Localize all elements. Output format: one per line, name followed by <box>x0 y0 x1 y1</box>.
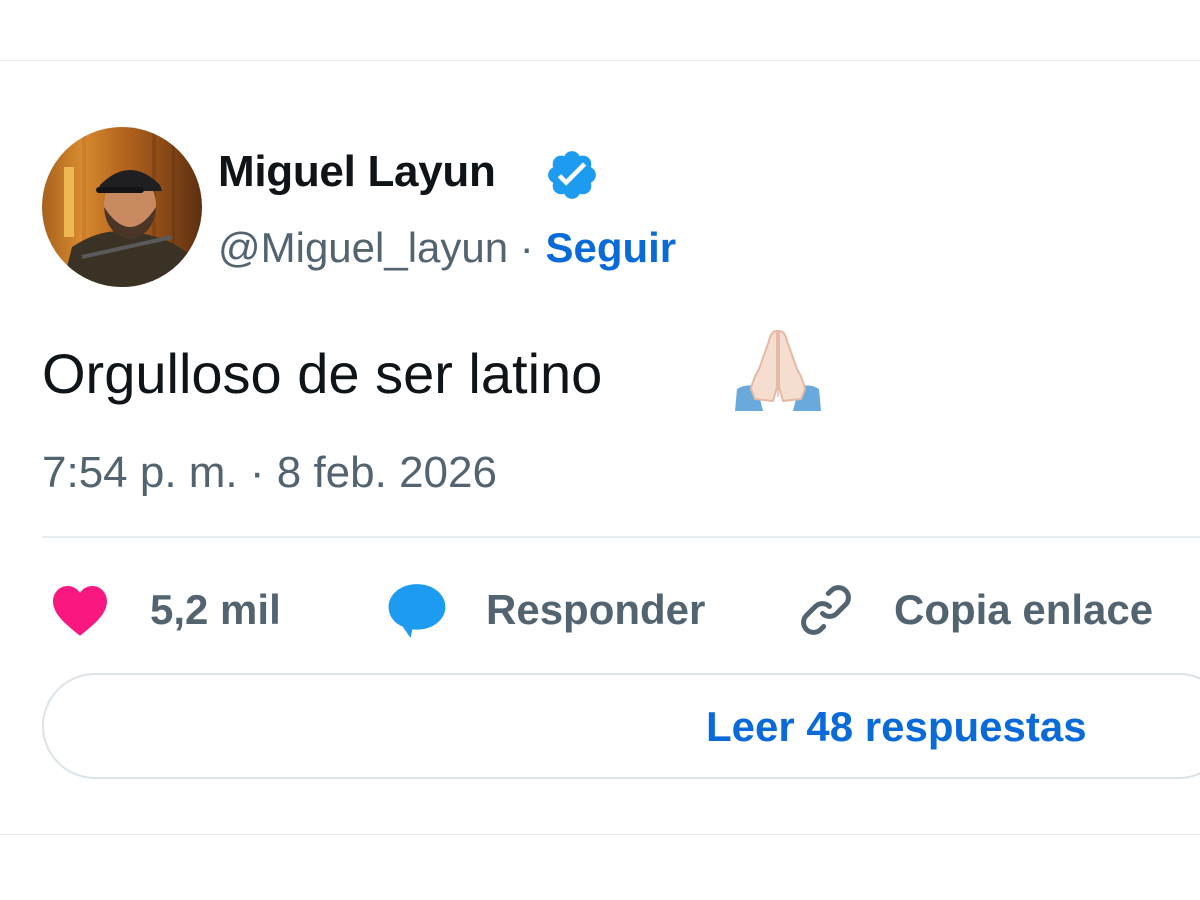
divider <box>42 536 1200 538</box>
avatar[interactable] <box>42 127 202 287</box>
author-handle-line: @Miguel_layun · Seguir <box>218 222 676 274</box>
like-count: 5,2 mil <box>150 586 281 633</box>
tweet-text: Orgulloso de ser latino <box>42 342 603 405</box>
reply-label: Responder <box>486 586 706 633</box>
read-replies-label: Leer 48 respuestas <box>706 703 1087 750</box>
copy-link-label: Copia enlace <box>894 586 1154 633</box>
folded-hands-emoji <box>735 329 821 411</box>
author-handle[interactable]: @Miguel_layun <box>218 224 508 271</box>
read-replies-button[interactable]: Leer 48 respuestas <box>42 673 1200 779</box>
follow-button[interactable]: Seguir <box>545 224 676 271</box>
heart-icon <box>53 585 107 636</box>
separator-dot: · <box>508 224 546 271</box>
copy-link-button[interactable]: Copia enlace <box>796 580 1153 640</box>
reply-button[interactable]: Responder <box>386 580 705 640</box>
link-icon <box>801 585 851 635</box>
verified-badge-icon <box>548 151 596 199</box>
tweet-timestamp[interactable]: 7:54 p. m. · 8 feb. 2026 <box>42 446 497 500</box>
like-button[interactable]: 5,2 mil <box>50 580 281 640</box>
author-display-name[interactable]: Miguel Layun <box>218 146 496 198</box>
speech-bubble-icon <box>388 584 446 638</box>
